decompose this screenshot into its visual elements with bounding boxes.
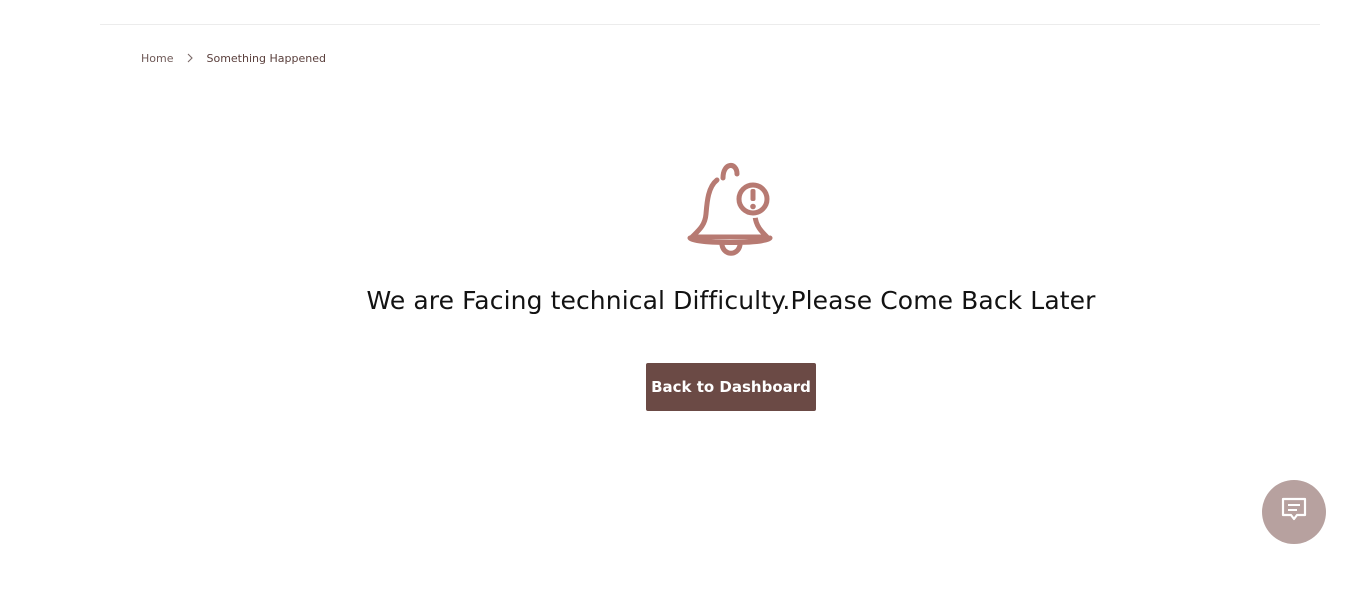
breadcrumb: Home Something Happened xyxy=(141,50,326,66)
error-page: Home Something Happened We are Facing te… xyxy=(0,0,1366,613)
breadcrumb-home-link[interactable]: Home xyxy=(141,52,173,65)
chat-button[interactable] xyxy=(1262,480,1326,544)
chat-message-icon xyxy=(1280,496,1308,528)
bell-alert-icon xyxy=(686,154,778,260)
back-to-dashboard-button[interactable]: Back to Dashboard xyxy=(646,363,816,411)
chevron-right-icon xyxy=(185,53,195,63)
breadcrumb-current: Something Happened xyxy=(206,51,326,65)
header-divider xyxy=(100,24,1320,25)
error-message: We are Facing technical Difficulty.Pleas… xyxy=(366,286,1096,315)
